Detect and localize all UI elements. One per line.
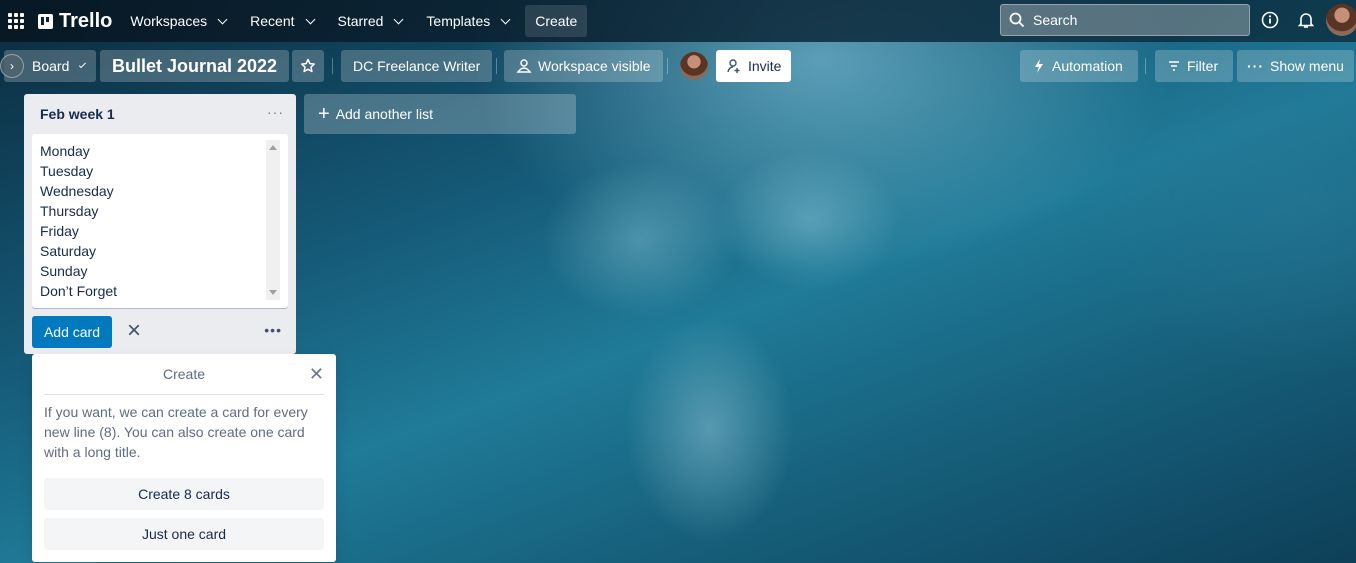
- recent-menu[interactable]: Recent: [240, 5, 323, 37]
- workspace-button[interactable]: DC Freelance Writer: [341, 50, 493, 82]
- composer-line: Thursday: [40, 203, 99, 219]
- star-board-button[interactable]: [292, 50, 324, 82]
- board-title[interactable]: Bullet Journal 2022: [100, 50, 290, 82]
- divider: [44, 394, 324, 395]
- search-icon: [1009, 12, 1025, 28]
- scroll-up-arrow-icon[interactable]: [269, 145, 277, 150]
- app-name: Trello: [59, 9, 113, 32]
- recent-label: Recent: [250, 13, 295, 29]
- chevron-down-icon: [217, 14, 228, 24]
- templates-menu[interactable]: Templates: [416, 5, 519, 37]
- add-another-list-button[interactable]: + Add another list: [304, 94, 576, 134]
- more-options-icon[interactable]: •••: [264, 323, 282, 337]
- invite-label: Invite: [748, 58, 782, 74]
- add-card-button[interactable]: Add card: [32, 316, 112, 348]
- card-composer-textarea[interactable]: Monday Tuesday Wednesday Thursday Friday…: [32, 134, 288, 308]
- composer-line: Saturday: [40, 243, 97, 259]
- more-icon: ···: [1247, 58, 1264, 74]
- composer-line: Friday: [40, 223, 79, 239]
- create-8-cards-button[interactable]: Create 8 cards: [44, 478, 324, 510]
- composer-line: Don’t Forget: [40, 283, 118, 299]
- create-label: Create: [535, 13, 578, 29]
- divider: [1145, 58, 1146, 74]
- composer-line: Sunday: [40, 263, 88, 279]
- search-placeholder: Search: [1033, 12, 1078, 28]
- workspaces-menu[interactable]: Workspaces: [120, 5, 236, 37]
- composer-line: Monday: [40, 143, 90, 159]
- create-cards-popover: Create ✕ If you want, we can create a ca…: [32, 354, 336, 562]
- top-navigation-bar: Trello Workspaces Recent Starred Templat…: [0, 0, 1356, 42]
- show-menu-label: Show menu: [1270, 58, 1344, 74]
- add-person-icon: [727, 59, 740, 73]
- automation-button[interactable]: Automation: [1020, 50, 1138, 82]
- sidebar-expand-button[interactable]: ›: [0, 54, 24, 78]
- automation-label: Automation: [1052, 58, 1123, 74]
- board-header: › Board Bullet Journal 2022 DC Freelance…: [0, 50, 1356, 82]
- plus-icon: +: [318, 103, 330, 125]
- close-icon[interactable]: ✕: [309, 364, 324, 385]
- visibility-label: Workspace visible: [538, 58, 651, 74]
- composer-line: Wednesday: [40, 183, 114, 199]
- textarea-scrollbar[interactable]: [266, 140, 280, 300]
- popover-message: If you want, we can create a card for ev…: [44, 404, 308, 460]
- list-title[interactable]: Feb week 1: [40, 106, 115, 122]
- apps-grid-icon[interactable]: [8, 13, 24, 29]
- chevron-down-icon: [393, 14, 404, 24]
- popover-title: Create: [162, 366, 206, 382]
- starred-label: Starred: [337, 13, 384, 29]
- show-menu-button[interactable]: ··· Show menu: [1237, 50, 1354, 82]
- starred-menu[interactable]: Starred: [328, 5, 413, 37]
- list-actions-icon[interactable]: ···: [267, 104, 284, 120]
- chevron-down-icon: [500, 14, 511, 24]
- info-icon[interactable]: [1258, 8, 1282, 32]
- invite-button[interactable]: Invite: [716, 50, 792, 82]
- list-feb-week-1: Feb week 1 ··· Monday Tuesday Wednesday …: [24, 94, 296, 354]
- visibility-button[interactable]: Workspace visible: [504, 50, 663, 82]
- chevron-down-icon: [305, 14, 315, 24]
- workspace-label: DC Freelance Writer: [353, 58, 481, 74]
- board-title-text: Bullet Journal 2022: [112, 55, 278, 76]
- filter-icon: [1169, 61, 1179, 71]
- add-list-label: Add another list: [335, 106, 433, 122]
- people-icon: [516, 59, 532, 73]
- trello-logo-icon: [38, 13, 53, 29]
- chevron-right-icon: ›: [10, 59, 14, 73]
- lightning-icon: [1035, 59, 1043, 73]
- composer-text: Monday Tuesday Wednesday Thursday Friday…: [40, 141, 117, 301]
- board-view-label: Board: [32, 58, 70, 74]
- just-one-card-button[interactable]: Just one card: [44, 518, 324, 550]
- filter-button[interactable]: Filter: [1155, 50, 1233, 82]
- filter-label: Filter: [1187, 58, 1219, 74]
- search-input[interactable]: Search: [1000, 4, 1250, 36]
- create-button[interactable]: Create: [525, 5, 588, 37]
- board-member-avatar[interactable]: [680, 52, 708, 80]
- trello-logo[interactable]: Trello: [38, 10, 112, 33]
- composer-line: Tuesday: [40, 163, 94, 179]
- bell-icon[interactable]: [1294, 8, 1318, 32]
- chevron-down-icon: [79, 60, 87, 68]
- templates-label: Templates: [426, 13, 491, 29]
- divider: [496, 58, 497, 74]
- workspaces-label: Workspaces: [130, 13, 208, 29]
- divider: [332, 58, 333, 74]
- close-icon[interactable]: ×: [122, 319, 146, 344]
- scroll-down-arrow-icon[interactable]: [269, 290, 277, 295]
- user-avatar[interactable]: [1326, 4, 1356, 36]
- star-icon: [300, 58, 316, 73]
- divider: [667, 58, 668, 74]
